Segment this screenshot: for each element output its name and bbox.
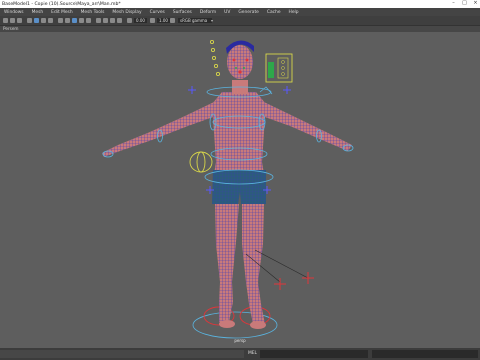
color-management-icon[interactable] xyxy=(170,18,175,23)
menu-uv[interactable]: UV xyxy=(220,10,234,15)
command-line-input[interactable] xyxy=(260,350,368,358)
character-legs[interactable] xyxy=(215,204,265,324)
camera-label: persp xyxy=(234,338,246,343)
close-icon[interactable]: × xyxy=(473,1,478,6)
window-title: BaseModel1 - Copie (10).Source\Maya_arr\… xyxy=(2,1,121,7)
menu-mesh-display[interactable]: Mesh Display xyxy=(108,10,145,15)
smooth-shade-icon[interactable] xyxy=(65,18,70,23)
menu-mesh-tools[interactable]: Mesh Tools xyxy=(77,10,109,15)
menu-surfaces[interactable]: Surfaces xyxy=(169,10,196,15)
gamma-icon[interactable] xyxy=(150,18,155,23)
face-control-panel[interactable] xyxy=(265,53,293,83)
mel-label[interactable]: MEL xyxy=(248,351,257,356)
grid-icon[interactable] xyxy=(34,18,39,23)
minimize-icon[interactable]: – xyxy=(451,1,456,6)
chevron-down-icon[interactable]: ▾ xyxy=(211,18,215,23)
xray-icon[interactable] xyxy=(117,18,122,23)
ambient-occlusion-icon[interactable] xyxy=(103,18,108,23)
exposure-icon[interactable] xyxy=(127,18,132,23)
resolution-gate-icon[interactable] xyxy=(48,18,53,23)
viewport[interactable] xyxy=(0,32,480,348)
film-gate-icon[interactable] xyxy=(41,18,46,23)
character-head[interactable] xyxy=(226,40,254,94)
wireframe-icon[interactable] xyxy=(58,18,63,23)
image-plane-icon[interactable] xyxy=(27,18,32,23)
viewport-canvas[interactable] xyxy=(0,32,480,348)
title-bar: BaseModel1 - Copie (10).Source\Maya_arr\… xyxy=(0,0,480,8)
camera-attributes-icon[interactable] xyxy=(10,18,15,23)
menu-mesh[interactable]: Mesh xyxy=(28,10,48,15)
lights-icon[interactable] xyxy=(86,18,91,23)
character-torso[interactable] xyxy=(212,92,266,174)
shadows-icon[interactable] xyxy=(96,18,101,23)
isolate-select-icon[interactable] xyxy=(110,18,115,23)
color-space-select[interactable]: sRGB gamma xyxy=(178,18,212,23)
bookmark-icon[interactable] xyxy=(17,18,22,23)
menu-curves[interactable]: Curves xyxy=(146,10,169,15)
status-area xyxy=(0,350,244,358)
maximize-icon[interactable]: □ xyxy=(462,1,467,6)
menu-generate[interactable]: Generate xyxy=(234,10,263,15)
menu-edit-mesh[interactable]: Edit Mesh xyxy=(47,10,76,15)
textured-icon[interactable] xyxy=(79,18,84,23)
gamma-field[interactable]: 1.00 xyxy=(157,18,170,23)
exposure-field[interactable]: 0.00 xyxy=(134,18,147,23)
character-shorts[interactable] xyxy=(212,170,266,204)
status-bar: MEL xyxy=(0,348,480,360)
command-result-field xyxy=(372,350,478,358)
window-controls: – □ × xyxy=(451,1,478,6)
menu-windows[interactable]: Windows xyxy=(0,10,28,15)
select-camera-icon[interactable] xyxy=(3,18,8,23)
wireframe-on-shaded-icon[interactable] xyxy=(72,18,77,23)
menu-bar: Windows Mesh Edit Mesh Mesh Tools Mesh D… xyxy=(0,8,480,16)
menu-help[interactable]: Help xyxy=(285,10,303,15)
menu-deform[interactable]: Deform xyxy=(196,10,220,15)
viewport-toolbar: 0.00 1.00 sRGB gamma ▾ xyxy=(0,16,480,26)
menu-cache[interactable]: Cache xyxy=(263,10,285,15)
